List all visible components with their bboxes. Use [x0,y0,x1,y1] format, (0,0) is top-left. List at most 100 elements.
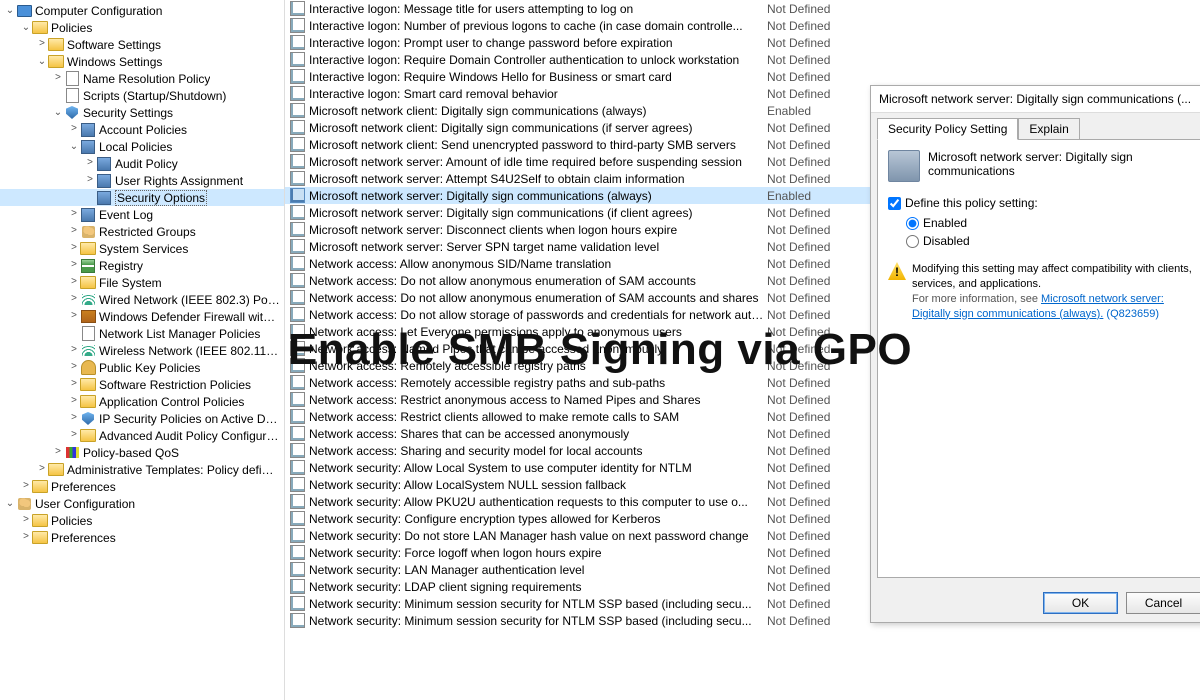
expand-icon[interactable]: > [68,124,80,135]
tree-item[interactable]: Security Options [0,189,284,206]
tree-item-label: Windows Settings [67,55,162,69]
tree-item-label: Wired Network (IEEE 802.3) Policies [99,293,280,307]
expand-icon[interactable]: > [68,209,80,220]
dialog-tabs: Security Policy Setting Explain [871,113,1200,139]
tree-item[interactable]: > IP Security Policies on Active Director… [0,410,284,427]
expand-icon[interactable]: > [36,39,48,50]
policy-row[interactable]: Interactive logon: Number of previous lo… [285,17,1200,34]
tree-item-label: Event Log [99,208,153,222]
define-policy-checkbox[interactable] [888,197,901,210]
radio-disabled[interactable] [906,235,919,248]
expand-icon[interactable]: > [68,277,80,288]
policy-icon [289,494,305,510]
radio-enabled[interactable] [906,217,919,230]
tree-item[interactable]: >Windows Defender Firewall with Advanced… [0,308,284,325]
tree-item[interactable]: >Policies [0,512,284,529]
tree-item[interactable]: Scripts (Startup/Shutdown) [0,87,284,104]
tree-item[interactable]: ⌄Local Policies [0,138,284,155]
tree-item[interactable]: > Software Restriction Policies [0,376,284,393]
expand-icon[interactable]: > [84,158,96,169]
tree-item-label: Account Policies [99,123,187,137]
tree-item[interactable]: ⌄Security Settings [0,104,284,121]
collapse-icon[interactable]: ⌄ [68,141,80,153]
policy-status: Not Defined [767,376,830,390]
tree-item[interactable]: >Application Control Policies [0,393,284,410]
expand-icon[interactable]: > [20,481,32,492]
policy-name: Network access: Do not allow anonymous e… [309,274,767,288]
tree-item[interactable]: ⌄Computer Configuration [0,2,284,19]
chart-icon [64,445,80,461]
policy-row[interactable]: Interactive logon: Require Windows Hello… [285,68,1200,85]
tree-item[interactable]: >Preferences [0,478,284,495]
expand-icon[interactable]: > [68,362,80,373]
tree-item-label: IP Security Policies on Active Directory [99,412,280,426]
policy-status: Not Defined [767,206,830,220]
expand-icon[interactable]: > [84,175,96,186]
policy-row[interactable]: Interactive logon: Require Domain Contro… [285,51,1200,68]
ok-button[interactable]: OK [1043,592,1118,614]
policy-name: Network security: Do not store LAN Manag… [309,529,767,543]
tree-item-label: Preferences [51,531,116,545]
expand-icon[interactable]: > [68,379,80,390]
tree-item[interactable]: ⌄User Configuration [0,495,284,512]
tree-item[interactable]: >Public Key Policies [0,359,284,376]
tree-item[interactable]: > Preferences [0,529,284,546]
cancel-button[interactable]: Cancel [1126,592,1200,614]
collapse-icon[interactable]: ⌄ [36,56,48,68]
policy-row[interactable]: Interactive logon: Prompt user to change… [285,34,1200,51]
expand-icon[interactable]: > [68,311,80,322]
policy-icon [289,239,305,255]
policy-status: Not Defined [767,444,830,458]
expand-icon[interactable]: > [68,413,80,424]
define-policy-label: Define this policy setting: [905,196,1038,210]
tree-item[interactable]: >User Rights Assignment [0,172,284,189]
policy-icon [289,18,305,34]
tree-item[interactable]: >Audit Policy [0,155,284,172]
policy-name: Microsoft network client: Send unencrypt… [309,138,767,152]
tab-security-policy-setting[interactable]: Security Policy Setting [877,118,1018,140]
tree-item[interactable]: > Administrative Templates: Policy defini… [0,461,284,478]
expand-icon[interactable]: > [68,260,80,271]
tree-item-label: Administrative Templates: Policy definit… [67,463,280,477]
policy-status: Not Defined [767,495,830,509]
tree-item-label: Software Settings [67,38,161,52]
tree-item[interactable]: > Name Resolution Policy [0,70,284,87]
expand-icon[interactable]: > [52,447,64,458]
tree-item[interactable]: > Software Settings [0,36,284,53]
tree-item[interactable]: > Event Log [0,206,284,223]
tree-item[interactable]: ⌄Policies [0,19,284,36]
policy-status: Not Defined [767,172,830,186]
tree-item[interactable]: >Restricted Groups [0,223,284,240]
expand-icon[interactable]: > [68,396,80,407]
tree-item[interactable]: >File System [0,274,284,291]
tree-item[interactable]: ⌄ Windows Settings [0,53,284,70]
collapse-icon[interactable]: ⌄ [52,107,64,119]
expand-icon[interactable]: > [68,243,80,254]
tree-item[interactable]: >Registry [0,257,284,274]
tab-explain[interactable]: Explain [1018,118,1079,140]
gpo-tree[interactable]: ⌄Computer Configuration⌄Policies > Softwar… [0,0,285,700]
collapse-icon[interactable]: ⌄ [4,5,16,17]
collapse-icon[interactable]: ⌄ [4,498,16,510]
policy-row[interactable]: Interactive logon: Message title for use… [285,0,1200,17]
tree-item[interactable]: >Advanced Audit Policy Configuration [0,427,284,444]
policy-name: Microsoft network server: Digitally sign… [309,189,767,203]
collapse-icon[interactable]: ⌄ [20,22,32,34]
expand-icon[interactable]: > [20,515,32,526]
tree-item[interactable]: Network List Manager Policies [0,325,284,342]
policy-status: Not Defined [767,2,830,16]
tree-item[interactable]: >System Services [0,240,284,257]
expand-icon[interactable]: > [52,73,64,84]
tree-item-label: Software Restriction Policies [99,378,251,392]
expand-icon[interactable]: > [68,430,80,441]
expand-icon[interactable]: > [36,464,48,475]
expand-icon[interactable]: > [68,226,80,237]
tree-item[interactable]: > Wired Network (IEEE 802.3) Policies [0,291,284,308]
expand-icon[interactable]: > [20,532,32,543]
tree-item[interactable]: >Policy-based QoS [0,444,284,461]
expand-icon[interactable]: > [68,345,80,356]
tree-item[interactable]: > Account Policies [0,121,284,138]
tree-item[interactable]: >Wireless Network (IEEE 802.11) Policies [0,342,284,359]
expand-icon[interactable]: > [68,294,80,305]
tree-item-label: Name Resolution Policy [83,72,210,86]
